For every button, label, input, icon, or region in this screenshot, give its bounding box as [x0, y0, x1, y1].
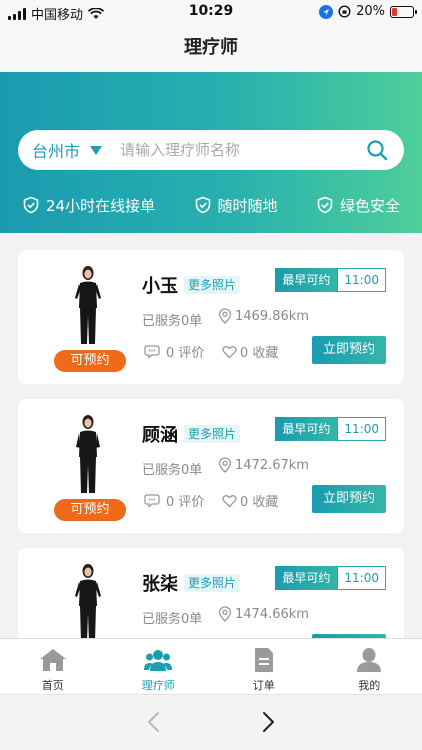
comment-icon: [144, 494, 160, 508]
distance-info: 1472.67km: [218, 457, 309, 473]
more-photos-link[interactable]: 更多照片: [184, 574, 241, 592]
earliest-label: 最早可约: [275, 417, 338, 441]
home-icon: [39, 649, 66, 671]
earliest-time: 11:00: [337, 417, 386, 441]
tab-profile[interactable]: 我的: [317, 639, 422, 694]
served-count: 已服务0单: [142, 463, 203, 478]
earliest-label: 最早可约: [275, 268, 338, 292]
distance-value: 1469.86km: [235, 308, 309, 324]
distance-value: 1472.67km: [235, 457, 309, 473]
location-arrow-icon: [319, 4, 334, 19]
earliest-booking-tag: 最早可约 11:00: [275, 268, 386, 292]
served-count: 已服务0单: [142, 314, 203, 329]
tab-label: 理疗师: [141, 679, 175, 692]
city-label: 台州市: [32, 142, 81, 161]
feature-label: 24小时在线接单: [46, 196, 156, 215]
therapist-name: 小玉: [142, 276, 178, 297]
tab-home[interactable]: 首页: [0, 639, 106, 694]
distance-info: 1474.66km: [218, 606, 309, 622]
review-count: 0 评价: [166, 495, 205, 510]
feature-label: 绿色安全: [339, 196, 400, 215]
feature-item: 随时随地: [194, 192, 278, 218]
location-pin-icon: [218, 606, 232, 622]
feature-label: 随时随地: [217, 196, 278, 215]
back-icon[interactable]: [146, 711, 162, 733]
book-now-button[interactable]: 立即预约: [312, 336, 386, 364]
more-photos-link[interactable]: 更多照片: [184, 425, 241, 443]
battery-icon: [390, 5, 417, 18]
earliest-booking-tag: 最早可约 11:00: [275, 566, 386, 590]
review-info: 0 评价: [144, 491, 204, 510]
hero-banner: 台州市 24小时在线接单 随时随地: [0, 72, 422, 233]
battery-level-fill: [392, 7, 397, 16]
comment-icon: [144, 345, 160, 359]
forward-icon[interactable]: [260, 711, 276, 733]
distance-info: 1469.86km: [218, 308, 309, 324]
distance-value: 1474.66km: [235, 606, 309, 622]
served-count: 已服务0单: [142, 612, 203, 627]
book-now-button[interactable]: 立即预约: [312, 485, 386, 513]
therapist-name: 张柒: [142, 574, 178, 595]
heart-icon: [222, 494, 237, 507]
battery-percent: 20%: [356, 4, 385, 19]
feature-item: 绿色安全: [316, 192, 400, 218]
therapist-name: 顾涵: [142, 425, 178, 446]
tab-orders[interactable]: 订单: [211, 639, 317, 694]
therapist-card[interactable]: 可预约 小玉 更多照片 最早可约 11:00 已服务0单 1469.86km 0…: [18, 250, 404, 384]
location-pin-icon: [218, 457, 232, 473]
tab-therapists[interactable]: 理疗师: [106, 639, 212, 694]
heart-icon: [222, 345, 237, 358]
orientation-lock-icon: [338, 5, 351, 18]
therapists-icon: [144, 650, 173, 671]
earliest-booking-tag: 最早可约 11:00: [275, 417, 386, 441]
status-bar: 中国移动 10:29 20%: [0, 0, 422, 24]
tab-label: 我的: [358, 679, 381, 692]
therapist-photo[interactable]: [68, 562, 108, 646]
page-title: 理疗师: [0, 24, 422, 72]
earliest-time: 11:00: [337, 566, 386, 590]
search-icon[interactable]: [366, 139, 388, 161]
favorite-info[interactable]: 0 收藏: [222, 342, 278, 361]
city-selector[interactable]: 台州市: [32, 138, 103, 162]
therapist-photo[interactable]: [68, 413, 108, 497]
profile-icon: [357, 648, 382, 672]
dropdown-arrow-icon: [90, 145, 103, 155]
tab-label: 首页: [41, 679, 64, 692]
earliest-label: 最早可约: [275, 566, 338, 590]
bottom-tab-bar: 首页 理疗师 订单 我的: [0, 638, 422, 694]
review-info: 0 评价: [144, 342, 204, 361]
search-input[interactable]: [120, 141, 341, 159]
status-badge: 可预约: [54, 499, 126, 521]
search-bar: 台州市: [18, 130, 404, 170]
browser-toolbar: [0, 694, 422, 750]
location-pin-icon: [218, 308, 232, 324]
order-icon: [254, 648, 273, 672]
tab-label: 订单: [252, 679, 275, 692]
therapist-card[interactable]: 可预约 顾涵 更多照片 最早可约 11:00 已服务0单 1472.67km 0…: [18, 399, 404, 533]
shield-check-icon: [195, 196, 210, 214]
favorite-info[interactable]: 0 收藏: [222, 491, 278, 510]
favorite-count: 0 收藏: [240, 495, 279, 510]
status-badge: 可预约: [54, 350, 126, 372]
shield-check-icon: [23, 196, 39, 214]
earliest-time: 11:00: [337, 268, 386, 292]
review-count: 0 评价: [166, 346, 205, 361]
feature-item: 24小时在线接单: [22, 192, 155, 218]
status-right: 20%: [319, 4, 417, 19]
more-photos-link[interactable]: 更多照片: [184, 276, 241, 294]
therapist-photo[interactable]: [68, 264, 108, 348]
favorite-count: 0 收藏: [240, 346, 279, 361]
shield-check-icon: [317, 196, 333, 214]
feature-list: 24小时在线接单 随时随地 绿色安全: [0, 192, 422, 218]
